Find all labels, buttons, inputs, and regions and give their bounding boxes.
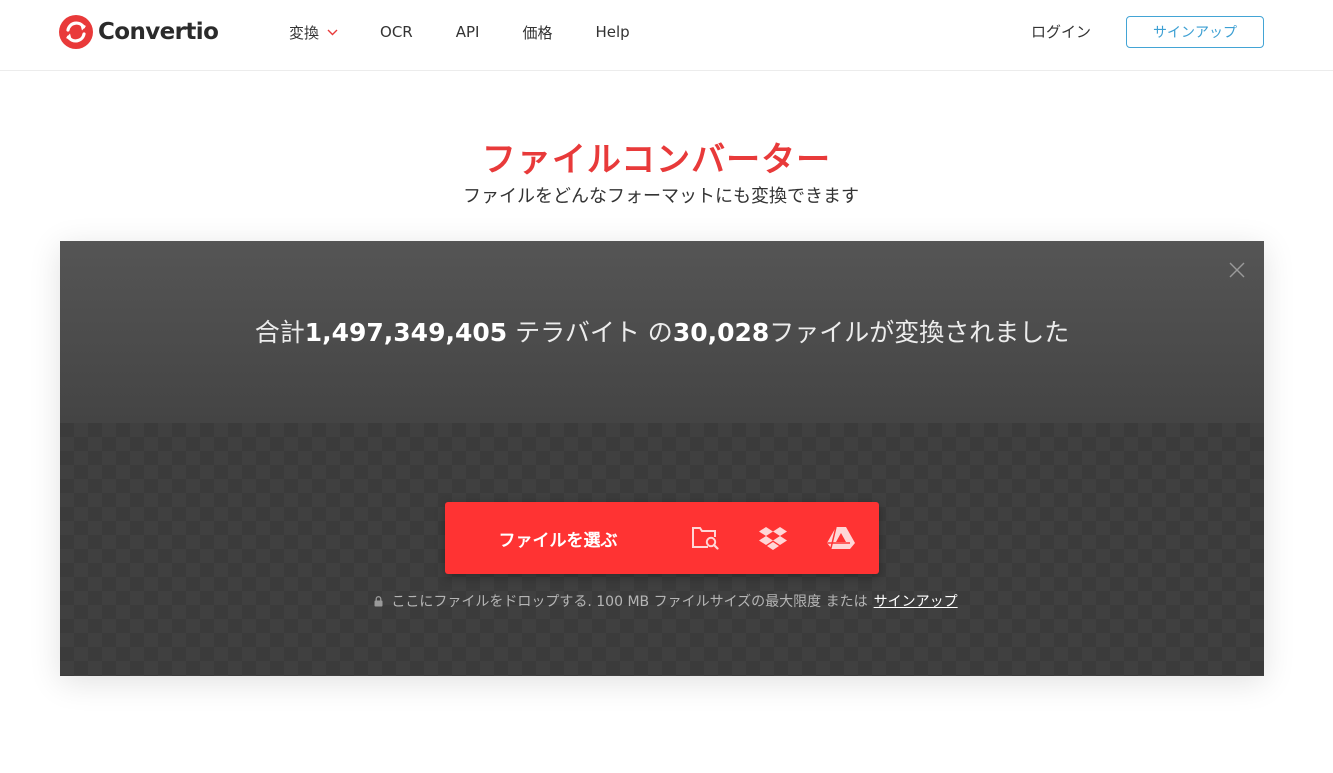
- dropbox-icon: [759, 527, 787, 550]
- folder-search-icon: [692, 527, 719, 550]
- nav-help[interactable]: Help: [595, 23, 629, 41]
- page-subtitle: ファイルをどんなフォーマットにも変換できます: [463, 186, 859, 207]
- logo-text: Convertio: [98, 19, 219, 45]
- nav-api[interactable]: API: [456, 23, 480, 41]
- signup-link[interactable]: サインアップ: [874, 594, 958, 610]
- nav-ocr[interactable]: OCR: [380, 23, 413, 41]
- drop-zone[interactable]: ファイルを選ぶ ここにファイルをドロップする. 100 MB ファイルサイズの最…: [60, 423, 1264, 676]
- stats-prefix: 合計: [254, 318, 305, 347]
- google-drive-icon: [827, 526, 855, 549]
- site-header: Convertio 変換 OCR API 価格 Help ログイン サインアップ: [0, 0, 1333, 71]
- from-dropbox-button[interactable]: [739, 502, 807, 574]
- conversion-stats: 合計1,497,349,405 テラバイト の30,028ファイルが変換されまし…: [60, 313, 1264, 349]
- from-url-button[interactable]: [671, 502, 739, 574]
- stats-mid: テラバイト の: [507, 318, 673, 347]
- signup-button[interactable]: サインアップ: [1126, 16, 1264, 48]
- chevron-down-icon: [327, 29, 338, 35]
- from-google-drive-button[interactable]: [807, 502, 875, 574]
- nav-convert[interactable]: 変換: [289, 22, 338, 43]
- upload-button-group: ファイルを選ぶ: [445, 502, 879, 574]
- lock-icon: [374, 596, 383, 607]
- stats-terabytes: 1,497,349,405: [304, 318, 508, 347]
- converter-box: 合計1,497,349,405 テラバイト の30,028ファイルが変換されまし…: [60, 241, 1264, 676]
- login-link[interactable]: ログイン: [1031, 21, 1091, 42]
- stats-files: 30,028: [672, 318, 770, 347]
- choose-files-button[interactable]: ファイルを選ぶ: [445, 502, 671, 574]
- nav-pricing[interactable]: 価格: [522, 22, 552, 43]
- convertio-logo[interactable]: Convertio: [59, 15, 219, 49]
- nav-convert-label: 変換: [289, 23, 320, 42]
- stats-panel: 合計1,497,349,405 テラバイト の30,028ファイルが変換されまし…: [60, 241, 1264, 423]
- main-nav: 変換 OCR API 価格 Help: [289, 21, 630, 43]
- drop-hint-text: ここにファイルをドロップする. 100 MB ファイルサイズの最大限度 または: [391, 594, 868, 610]
- page-title: ファイルコンバーター: [481, 140, 832, 180]
- close-icon[interactable]: [1228, 261, 1246, 279]
- convertio-logo-icon: [59, 15, 93, 49]
- drop-hint: ここにファイルをドロップする. 100 MB ファイルサイズの最大限度 またはサ…: [60, 591, 1272, 611]
- stats-suffix: ファイルが変換されました: [769, 318, 1070, 347]
